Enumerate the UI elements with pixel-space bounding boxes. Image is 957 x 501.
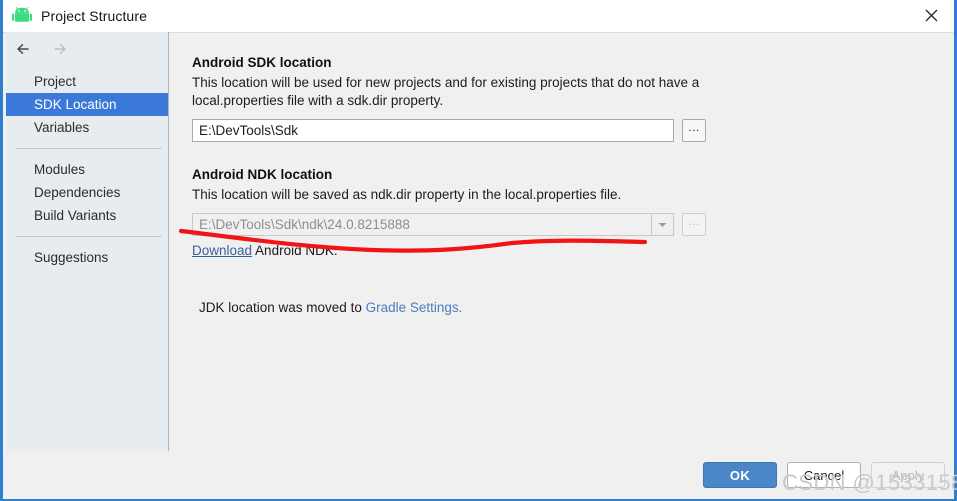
sdk-browse-button[interactable]: ...: [682, 119, 706, 142]
ndk-location-row: E:\DevTools\Sdk\ndk\24.0.8215888 ...: [192, 213, 951, 236]
sdk-location-row: E:\DevTools\Sdk ...: [192, 119, 951, 142]
ndk-section-title: Android NDK location: [192, 167, 333, 182]
sidebar-nav-list: Project SDK Location Variables Modules D…: [6, 70, 168, 269]
android-robot-icon: [12, 7, 32, 22]
ndk-location-combobox[interactable]: E:\DevTools\Sdk\ndk\24.0.8215888: [192, 213, 674, 236]
window-title: Project Structure: [41, 8, 147, 24]
sidebar-item-suggestions[interactable]: Suggestions: [6, 246, 168, 269]
sidebar-item-variables[interactable]: Variables: [6, 116, 168, 139]
dialog-footer: OK Cancel Apply: [6, 451, 951, 497]
sidebar-item-dependencies[interactable]: Dependencies: [6, 181, 168, 204]
sidebar-item-modules[interactable]: Modules: [6, 158, 168, 181]
ok-button[interactable]: OK: [703, 462, 777, 488]
chevron-down-icon: [658, 222, 667, 227]
sidebar-item-sdk-location[interactable]: SDK Location: [6, 93, 168, 116]
title-bar: Project Structure: [3, 0, 954, 33]
jdk-location-note: JDK location was moved to Gradle Setting…: [192, 300, 951, 315]
jdk-note-prefix: JDK location was moved to: [199, 300, 366, 315]
ndk-location-value: E:\DevTools\Sdk\ndk\24.0.8215888: [199, 217, 410, 232]
sdk-section-description: This location will be used for new proje…: [192, 75, 700, 108]
download-ndk-link[interactable]: Download: [192, 243, 252, 258]
close-button[interactable]: [908, 0, 954, 31]
sdk-location-input[interactable]: E:\DevTools\Sdk: [192, 119, 674, 142]
cancel-button[interactable]: Cancel: [787, 462, 861, 488]
main-content: Android SDK location This location will …: [170, 33, 951, 453]
download-ndk-rest: Android NDK.: [252, 243, 338, 258]
arrow-left-icon[interactable]: [16, 42, 36, 56]
ndk-browse-button: ...: [682, 213, 706, 236]
download-ndk-line: Download Android NDK.: [192, 243, 951, 258]
ndk-dropdown-button[interactable]: [651, 214, 673, 235]
sdk-section-title: Android SDK location: [192, 55, 332, 70]
apply-button: Apply: [871, 462, 945, 488]
gradle-settings-link[interactable]: Gradle Settings.: [366, 300, 463, 315]
arrow-right-icon: [54, 44, 66, 54]
sidebar-item-project[interactable]: Project: [6, 70, 168, 93]
project-structure-dialog: Project Structure Project SDK Location V…: [0, 0, 957, 501]
sidebar-separator: [16, 236, 162, 237]
ndk-section-description: This location will be saved as ndk.dir p…: [192, 187, 622, 202]
sidebar: Project SDK Location Variables Modules D…: [6, 32, 169, 453]
sidebar-separator: [16, 148, 162, 149]
close-icon: [925, 9, 937, 22]
sidebar-item-build-variants[interactable]: Build Variants: [6, 204, 168, 227]
sidebar-history-nav: [6, 32, 168, 62]
